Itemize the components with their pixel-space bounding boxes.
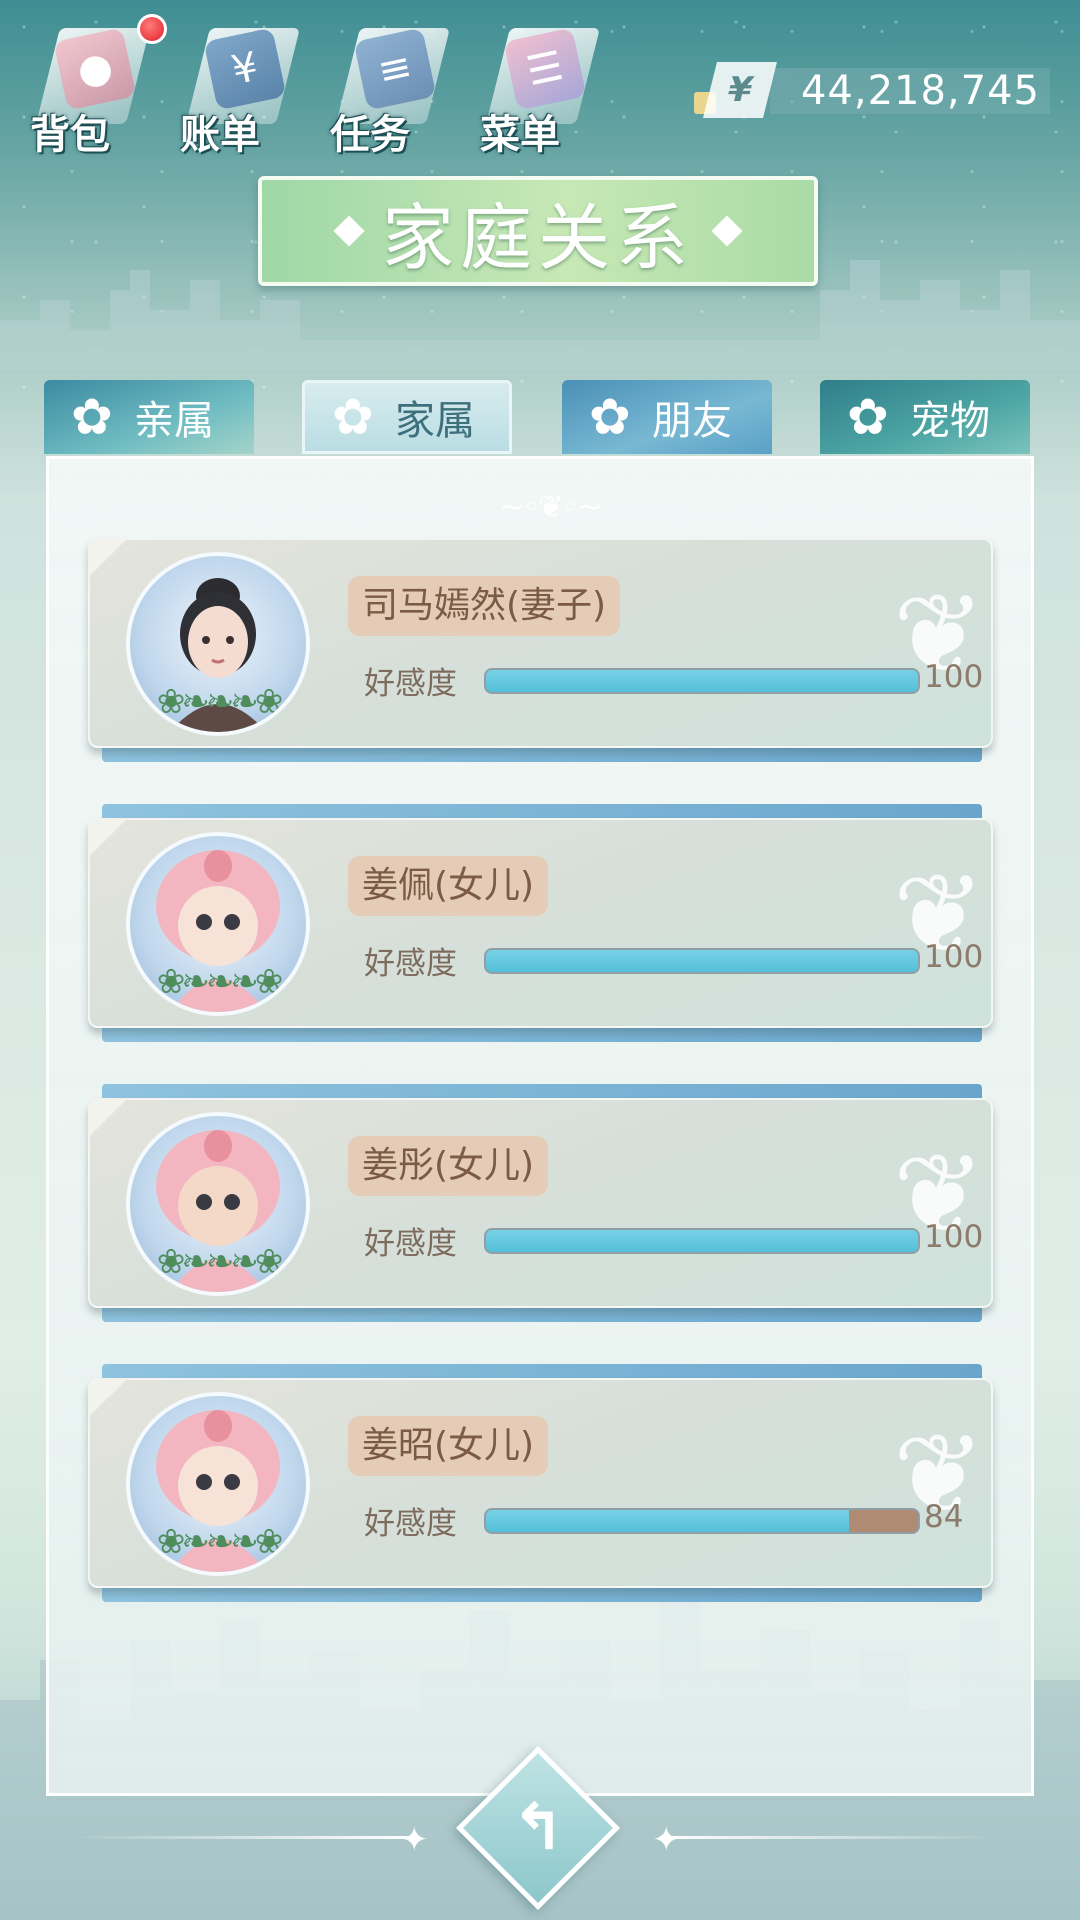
bill-icon: ¥: [203, 27, 287, 111]
flower-icon: ✿: [847, 388, 889, 446]
flower-icon: ✿: [589, 388, 631, 446]
leaf-wreath: ❀❧❧❧❀: [156, 962, 283, 1002]
menu-item-menu[interactable]: ☰ 菜单: [480, 14, 600, 158]
page-title: 家庭关系: [381, 195, 694, 280]
menu-label-bill: 账单: [180, 112, 260, 158]
menu-label-task: 任务: [330, 112, 410, 158]
sparkle-icon: ✦: [652, 1820, 681, 1860]
floral-ornament: ❦: [892, 1130, 985, 1258]
affinity-label: 好感度: [364, 1226, 457, 1262]
family-card[interactable]: ❦ ❀❧❧❧❀ 姜昭(女儿) 好感度 84: [88, 1364, 993, 1602]
flower-icon: ✿: [71, 388, 113, 446]
tab-family[interactable]: ✿ 家属: [302, 380, 512, 454]
yen-icon: ¥: [703, 62, 777, 118]
member-name: 司马嫣然(妻子): [362, 585, 607, 626]
currency-display: ¥ 44,218,745: [694, 62, 1050, 118]
leaf-wreath: ❀❧❧❧❀: [156, 1242, 283, 1282]
affinity-label: 好感度: [364, 946, 457, 982]
diamond-icon: [333, 215, 365, 247]
affinity-bar-fill: [486, 950, 918, 972]
affinity-bar-fill: [486, 1230, 918, 1252]
tab-pets[interactable]: ✿ 宠物: [820, 380, 1030, 454]
member-name-plate: 姜昭(女儿): [348, 1416, 549, 1476]
tab-relatives[interactable]: ✿ 亲属: [44, 380, 254, 454]
menu-item-bag[interactable]: ● 背包: [30, 14, 150, 158]
affinity-bar-fill: [486, 670, 918, 692]
family-card[interactable]: ❦ ❀❧❧❧❀ 司马嫣然(妻子) 好感度 100: [88, 538, 993, 762]
member-name-plate: 司马嫣然(妻子): [348, 576, 621, 636]
tab-label: 朋友: [652, 398, 732, 444]
tab-label: 宠物: [910, 398, 990, 444]
affinity-label: 好感度: [364, 666, 457, 702]
tab-friends[interactable]: ✿ 朋友: [562, 380, 772, 454]
bag-icon: ●: [53, 27, 137, 111]
family-card[interactable]: ❦ ❀❧❧❧❀ 姜彤(女儿) 好感度 100: [88, 1084, 993, 1322]
child-avatar[interactable]: ❀❧❧❧❀: [126, 832, 310, 1016]
affinity-bar-fill: [486, 1510, 849, 1532]
tab-label: 亲属: [134, 398, 214, 444]
family-card[interactable]: ❦ ❀❧❧❧❀ 姜佩(女儿) 好感度 100: [88, 804, 993, 1042]
woman-avatar[interactable]: ❀❧❧❧❀: [126, 552, 310, 736]
floral-ornament: ❦: [892, 570, 985, 698]
affinity-label: 好感度: [364, 1506, 457, 1542]
affinity-value: 100: [924, 1219, 984, 1255]
floral-ornament: ❦: [892, 1410, 985, 1538]
menu-icon: ☰: [503, 27, 587, 111]
leaf-wreath: ❀❧❧❧❀: [156, 682, 283, 722]
member-name-plate: 姜彤(女儿): [348, 1136, 549, 1196]
menu-item-task[interactable]: ≡ 任务: [330, 14, 450, 158]
affinity-bar: [484, 948, 920, 974]
tab-label: 家属: [395, 398, 475, 444]
child-avatar[interactable]: ❀❧❧❧❀: [126, 1112, 310, 1296]
affinity-bar: [484, 1228, 920, 1254]
flourish-ornament: ~◦❦◦~: [499, 490, 603, 525]
flower-icon: ✿: [332, 388, 374, 446]
menu-label-bag: 背包: [30, 112, 110, 158]
task-icon: ≡: [353, 27, 437, 111]
sparkle-icon: ✦: [400, 1820, 429, 1860]
notification-dot: [137, 14, 167, 44]
page-title-banner: 家庭关系: [258, 176, 818, 286]
currency-value: 44,218,745: [800, 68, 1040, 114]
member-name: 姜佩(女儿): [362, 865, 535, 906]
affinity-value: 84: [924, 1499, 964, 1535]
member-name: 姜彤(女儿): [362, 1145, 535, 1186]
affinity-value: 100: [924, 939, 984, 975]
menu-item-bill[interactable]: ¥ 账单: [180, 14, 300, 158]
child-avatar[interactable]: ❀❧❧❧❀: [126, 1392, 310, 1576]
decorative-line: [660, 1836, 1000, 1839]
diamond-icon: [711, 215, 743, 247]
affinity-bar: [484, 1508, 920, 1534]
menu-label-menu: 菜单: [480, 112, 560, 158]
leaf-wreath: ❀❧❧❧❀: [156, 1522, 283, 1562]
floral-ornament: ❦: [892, 850, 985, 978]
member-name: 姜昭(女儿): [362, 1425, 535, 1466]
decorative-line: [70, 1836, 410, 1839]
affinity-value: 100: [924, 659, 984, 695]
affinity-bar: [484, 668, 920, 694]
member-name-plate: 姜佩(女儿): [348, 856, 549, 916]
return-arrow-icon[interactable]: ↰: [498, 1788, 578, 1868]
